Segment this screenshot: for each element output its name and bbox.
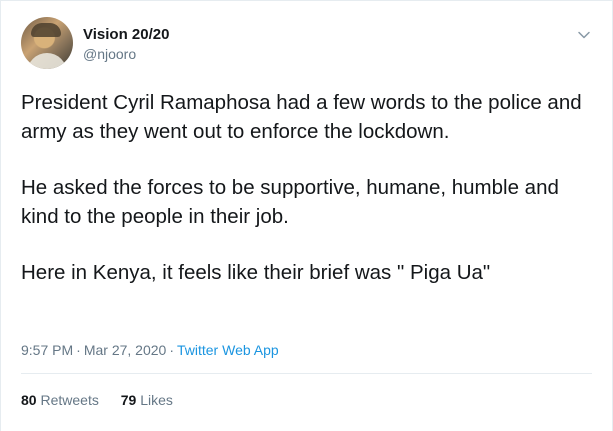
likes-stat[interactable]: 79 Likes: [121, 392, 173, 408]
tweet-paragraph: President Cyril Ramaphosa had a few word…: [21, 91, 582, 143]
tweet-text: President Cyril Ramaphosa had a few word…: [21, 89, 596, 316]
tweet-date[interactable]: Mar 27, 2020: [84, 342, 167, 358]
retweets-stat[interactable]: 80 Retweets: [21, 392, 99, 408]
tweet-source-link[interactable]: Twitter Web App: [177, 342, 279, 358]
user-names: Vision 20/20 @njooro: [83, 26, 169, 63]
tweet-time[interactable]: 9:57 PM: [21, 342, 73, 358]
tweet-paragraph: He asked the forces to be supportive, hu…: [21, 176, 559, 228]
tweet-metadata: 9:57 PM · Mar 27, 2020 · Twitter Web App: [21, 341, 279, 359]
tweet-header: Vision 20/20 @njooro: [21, 17, 592, 73]
tweet-stats: 80 Retweets 79 Likes: [21, 391, 191, 409]
likes-label: Likes: [140, 392, 173, 408]
tweet-paragraph: Here in Kenya, it feels like their brief…: [21, 261, 491, 284]
display-name[interactable]: Vision 20/20: [83, 26, 169, 44]
tweet-card: Vision 20/20 @njooro President Cyril Ram…: [0, 0, 613, 431]
retweets-count: 80: [21, 392, 37, 408]
meta-separator: ·: [76, 342, 81, 358]
user-handle[interactable]: @njooro: [83, 45, 169, 63]
avatar[interactable]: [21, 17, 73, 69]
retweets-label: Retweets: [40, 392, 99, 408]
avatar-shirt-shape: [27, 53, 67, 69]
divider: [21, 373, 592, 374]
meta-separator: ·: [169, 342, 174, 358]
likes-count: 79: [120, 392, 137, 408]
chevron-down-icon[interactable]: [576, 27, 592, 43]
avatar-hat-shape: [31, 23, 61, 37]
